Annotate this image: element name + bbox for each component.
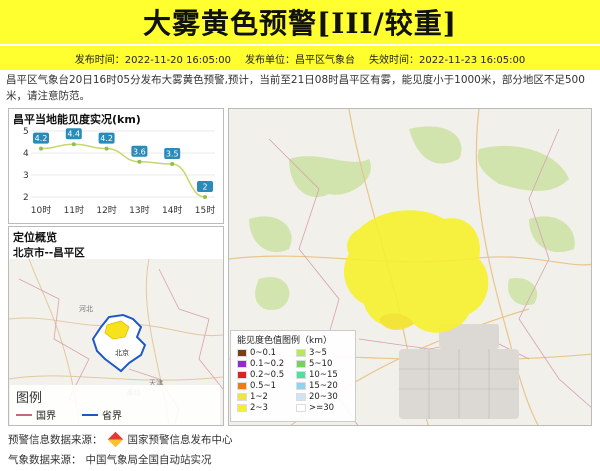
data-label: 3.5: [166, 150, 179, 159]
national-border-label: 国界: [36, 411, 56, 422]
legend-label: 0.1~0.2: [250, 359, 285, 369]
visibility-legend-grid: 0~0.1 3~5 0.1~0.2 5~10 0.2~0.5 10~15 0.5~1 15~2…: [231, 348, 355, 413]
warning-banner: 大雾黄色预警[III/较重]: [0, 0, 600, 44]
legend-label: 2~3: [250, 403, 268, 413]
legend-swatch: [237, 360, 247, 368]
legend-label: 0~0.1: [250, 348, 277, 358]
data-label: 2: [202, 183, 207, 192]
legend-label: 1~2: [250, 392, 268, 402]
warning-source-label: 预警信息数据来源：: [8, 434, 103, 446]
data-point: [39, 146, 43, 151]
warning-source: 预警信息数据来源： 国家预警信息发布中心: [8, 431, 233, 448]
legend-swatch: [296, 360, 306, 368]
data-point: [137, 159, 142, 164]
national-border-swatch: [16, 413, 32, 416]
warning-center-logo-icon: [107, 431, 123, 448]
legend-swatch: [296, 382, 306, 390]
visibility-chart: 2 3 4 5 4.2 4.4 4.2 3.6 3.5 2 10时 11时 12时 13时 14时 15时: [23, 127, 215, 216]
x-tick-label: 14时: [162, 204, 182, 216]
data-label: 3.6: [133, 147, 146, 156]
data-point: [203, 195, 207, 199]
province-border-label: 省界: [102, 411, 122, 422]
legend-swatch: [296, 349, 306, 357]
legend-entry: 5~10: [296, 359, 355, 369]
legend-swatch: [237, 349, 247, 357]
label-beijing: 北京: [115, 348, 129, 357]
legend-entry: 0~0.1: [237, 348, 296, 358]
x-tick-label: 15时: [195, 204, 215, 216]
legend-label: 0.2~0.5: [250, 370, 285, 380]
y-tick-label: 4: [23, 149, 29, 159]
warning-source-org[interactable]: 国家预警信息发布中心: [128, 432, 233, 447]
legend-label: 0.5~1: [250, 381, 277, 391]
legend-entry: 1~2: [237, 392, 296, 402]
visibility-legend: 能见度色值图例（km） 0~0.1 3~5 0.1~0.2 5~10 0.2~0.5 10…: [230, 330, 356, 422]
x-tick-label: 12时: [96, 204, 116, 216]
publisher: 发布单位：昌平区气象台: [245, 54, 355, 66]
legend-entry: 2~3: [237, 403, 296, 413]
legend-label: 10~15: [309, 370, 338, 380]
warning-meta: 发布时间：2022-11-20 16:05:00 发布单位：昌平区气象台 失效时…: [0, 46, 600, 70]
expire-time: 失效时间：2022-11-23 16:05:00: [369, 54, 526, 66]
legend-label: 20~30: [309, 392, 338, 402]
legend-entry: 15~20: [296, 381, 355, 391]
legend-label: 5~10: [309, 359, 333, 369]
weather-source-label: 气象数据来源：: [8, 454, 82, 466]
legend-entry: 3~5: [296, 348, 355, 358]
data-label: 4.2: [100, 134, 113, 143]
y-tick-label: 2: [23, 193, 29, 203]
visibility-legend-title: 能见度色值图例（km）: [237, 336, 332, 346]
x-tick-label: 11时: [64, 204, 84, 216]
legend-swatch: [296, 371, 306, 379]
x-tick-label: 10时: [31, 204, 51, 216]
data-point: [104, 146, 109, 151]
y-tick-label: 3: [23, 171, 29, 181]
publish-time: 发布时间：2022-11-20 16:05:00: [74, 54, 231, 66]
legend-entry: 0.2~0.5: [237, 370, 296, 380]
legend-swatch: [237, 404, 247, 412]
warning-description: 昌平区气象台20日16时05分发布大雾黄色预警,预计，当前至21日08时昌平区有…: [6, 74, 585, 102]
data-label: 4.2: [35, 134, 48, 143]
weather-source: 气象数据来源： 中国气象局全国自动站实况: [8, 452, 212, 467]
location-title: 定位概览: [13, 231, 57, 244]
legend-swatch: [237, 393, 247, 401]
legend-swatch: [237, 371, 247, 379]
province-border-swatch: [82, 413, 98, 416]
boundary-legend: 图例 国界 省界: [10, 385, 220, 425]
legend-entry: 20~30: [296, 392, 355, 402]
legend-label: 3~5: [309, 348, 327, 358]
location-subtitle: 北京市--昌平区: [13, 247, 85, 259]
label-hebei: 河北: [79, 305, 93, 313]
x-tick-label: 13时: [129, 204, 149, 216]
y-tick-label: 5: [23, 127, 29, 137]
legend-swatch: [296, 404, 306, 412]
boundary-legend-title: 图例: [16, 391, 43, 406]
data-point: [71, 142, 76, 147]
visibility-line: [40, 143, 206, 198]
legend-entry: 0.5~1: [237, 381, 296, 391]
warning-title: 大雾黄色预警[III/较重]: [142, 7, 458, 40]
legend-swatch: [237, 382, 247, 390]
legend-label: 15~20: [309, 381, 338, 391]
weather-source-org: 中国气象局全国自动站实况: [85, 454, 212, 466]
data-point: [170, 162, 175, 166]
legend-entry: 0.1~0.2: [237, 359, 296, 369]
data-label: 4.4: [67, 130, 80, 139]
legend-label: >=30: [309, 403, 335, 413]
visibility-chart-panel: 昌平当地能见度实况(km) 2345 4.2 4.4 4.2 3.6 3.5 2 10时 1…: [8, 108, 224, 224]
legend-swatch: [296, 393, 306, 401]
legend-entry: 10~15: [296, 370, 355, 380]
legend-entry: >=30: [296, 403, 355, 413]
